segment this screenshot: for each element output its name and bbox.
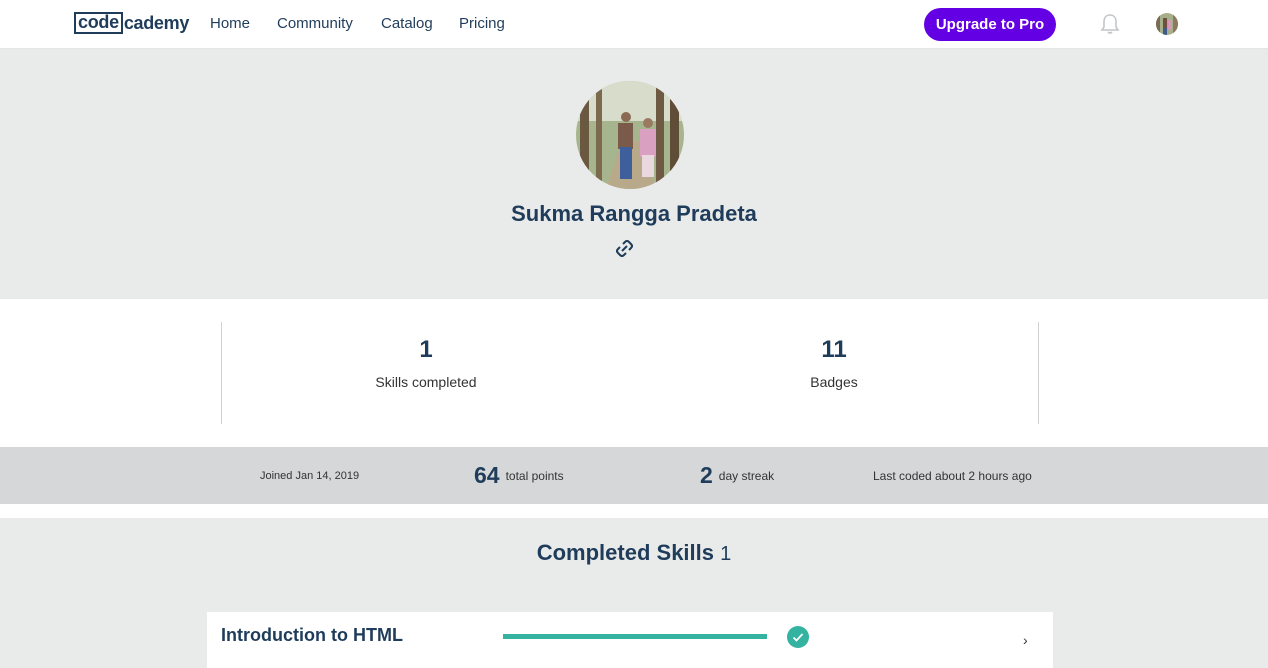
upgrade-to-pro-button[interactable]: Upgrade to Pro [924,8,1056,41]
chevron-right-icon[interactable]: › [1023,632,1028,648]
logo-box-text: code [74,12,123,34]
top-nav: code cademy Home Community Catalog Prici… [0,0,1268,49]
check-icon [787,626,809,648]
codecademy-logo[interactable]: code cademy [74,12,189,34]
streak-label: day streak [718,468,775,483]
skill-name: Introduction to HTML [221,625,403,645]
completed-skills-section: Completed Skills 1 Introduction to HTML … [0,518,1268,668]
stats-panel: 1 Skills completed 11 Badges [0,299,1268,447]
link-icon[interactable] [616,240,633,257]
nav-link-catalog[interactable]: Catalog [381,15,433,32]
stat-skills-completed: 1 Skills completed [276,336,576,390]
total-points: 64 total points [474,447,564,504]
stat-label: Badges [810,374,858,390]
skill-card[interactable]: Introduction to HTML › [207,612,1053,668]
skill-progress-bar [503,634,767,639]
section-title: Completed Skills 1 [0,540,1268,566]
user-avatar[interactable] [1156,13,1178,35]
skill-progress-fill [503,634,767,639]
stat-value: 1 [419,336,433,363]
nav-link-pricing[interactable]: Pricing [459,15,505,32]
stats-divider-right [1038,322,1039,424]
stat-badges: 11 Badges [684,336,984,390]
activity-bar: Joined Jan 14, 2019 64 total points 2 da… [0,447,1268,504]
points-label: total points [505,468,564,483]
profile-avatar [576,81,684,189]
logo-rest-text: cademy [123,12,190,33]
nav-link-home[interactable]: Home [210,15,250,32]
bell-icon[interactable] [1100,13,1120,35]
stat-label: Skills completed [375,374,477,390]
profile-header: Sukma Rangga Pradeta [0,49,1268,299]
section-title-text: Completed Skills [536,540,715,565]
nav-link-community[interactable]: Community [277,15,353,32]
stats-divider-left [221,322,222,424]
stat-value: 11 [821,336,847,363]
last-coded-text: Last coded about 2 hours ago [873,468,1032,483]
points-value: 64 [474,462,500,488]
joined-date: Joined Jan 14, 2019 [260,447,359,504]
profile-name: Sukma Rangga Pradeta [511,201,757,226]
last-coded: Last coded about 2 hours ago [873,447,1032,504]
streak-value: 2 [700,462,713,488]
day-streak: 2 day streak [700,447,774,504]
joined-text: Joined Jan 14, 2019 [260,469,360,482]
section-count: 1 [720,543,732,565]
